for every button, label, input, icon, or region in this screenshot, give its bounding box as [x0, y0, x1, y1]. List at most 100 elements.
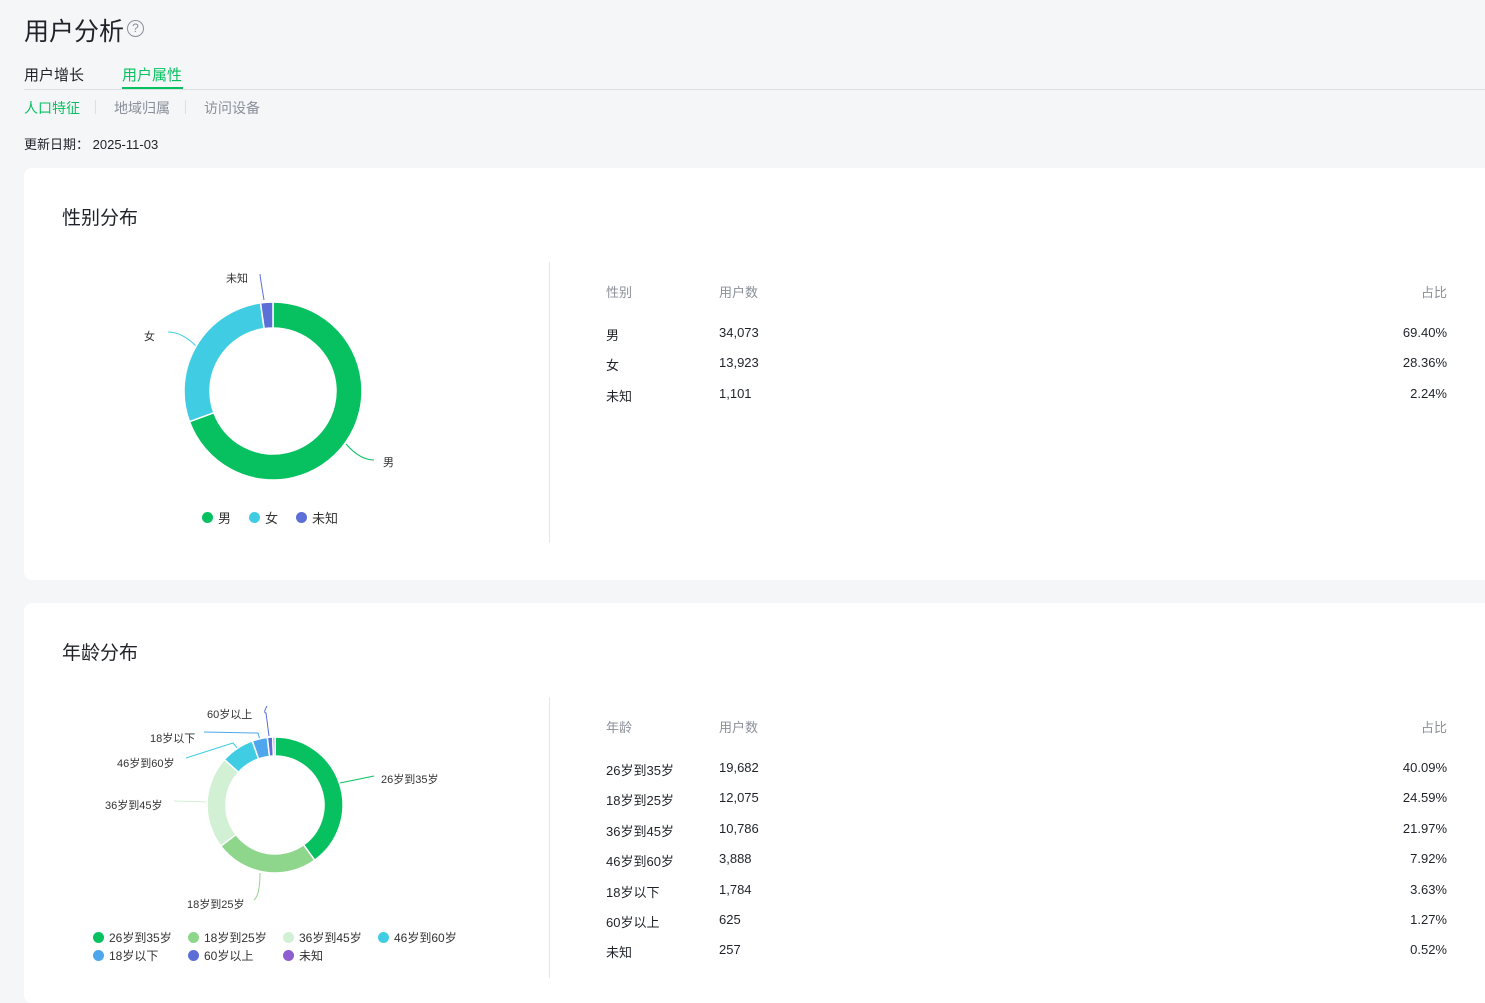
row-name: 60岁以上 [606, 915, 660, 930]
legend-label: 男 [218, 511, 232, 526]
legend-label: 26岁到35岁 [109, 931, 172, 945]
legend-item[interactable]: 26岁到35岁 [93, 929, 188, 946]
col-header: 年龄 [606, 720, 633, 735]
row-name: 女 [606, 358, 620, 374]
row-name: 未知 [606, 945, 633, 961]
leader-line [203, 731, 261, 741]
row-percent: 21.97% [1402, 820, 1447, 836]
legend-dot-icon [283, 932, 294, 943]
slice-label: 未知 [226, 273, 248, 285]
slice-label: 男 [383, 457, 394, 469]
donut-slice[interactable] [183, 302, 266, 423]
row-percent: 1.27% [1410, 912, 1447, 927]
help-icon[interactable]: ? [127, 20, 144, 37]
donut-slice[interactable] [206, 758, 240, 848]
row-percent: 69.40% [1402, 325, 1447, 340]
legend-item[interactable]: 女 [249, 508, 278, 527]
leader-line [173, 800, 209, 803]
legend-dot-icon [296, 512, 308, 523]
col-header: 占比 [1420, 720, 1447, 735]
legend-item[interactable]: 36岁到45岁 [283, 929, 378, 946]
subtab-device[interactable]: 访问设备 [204, 98, 260, 118]
row-percent: 24.59% [1402, 790, 1447, 806]
legend-dot-icon [378, 932, 389, 943]
row-percent: 0.52% [1410, 942, 1447, 958]
row-percent: 7.92% [1410, 851, 1447, 867]
age-card: 年龄分布 60岁以上 18岁以下 46岁到60岁 36岁到45岁 18岁到25岁… [24, 603, 1485, 1003]
subtab-separator [185, 100, 186, 114]
row-name: 男 [606, 328, 620, 343]
row-count: 3,888 [719, 851, 752, 867]
row-percent: 2.24% [1410, 385, 1447, 401]
col-header: 性别 [606, 285, 633, 300]
legend-dot-icon [93, 932, 104, 943]
legend-item[interactable]: 60岁以上 [188, 947, 283, 964]
divider [549, 262, 550, 543]
leader-line [167, 331, 197, 347]
row-count: 1,101 [719, 385, 752, 401]
slice-label: 36岁到45岁 [105, 800, 163, 812]
legend-label: 未知 [312, 511, 339, 526]
row-name: 46岁到60岁 [606, 854, 674, 870]
slice-label: 60岁以上 [207, 709, 253, 721]
leader-line [259, 273, 265, 301]
row-count: 12,075 [719, 790, 759, 806]
legend-item[interactable]: 18岁到25岁 [188, 929, 283, 946]
legend-item[interactable]: 46岁到60岁 [378, 929, 473, 946]
active-tab-indicator [122, 87, 183, 89]
tab-user-growth[interactable]: 用户增长 [24, 64, 84, 85]
row-count: 19,682 [719, 760, 759, 775]
divider [549, 697, 550, 978]
legend-item[interactable]: 男 [202, 508, 231, 527]
update-label: 更新日期： [24, 137, 90, 152]
row-name: 18岁以下 [606, 884, 660, 900]
donut-slice[interactable] [219, 833, 316, 874]
legend-dot-icon [93, 950, 104, 961]
slice-label: 46岁到60岁 [117, 758, 175, 770]
col-header: 占比 [1420, 285, 1447, 300]
age-legend: 26岁到35岁 18岁到25岁 36岁到45岁 46岁到60岁 18岁以下 60岁以上 未知 [93, 929, 473, 964]
row-percent: 40.09% [1402, 760, 1447, 775]
row-name: 26岁到35岁 [606, 763, 674, 778]
legend-item[interactable]: 18岁以下 [93, 947, 188, 964]
leader-line [264, 705, 270, 737]
legend-label: 18岁以下 [109, 949, 159, 963]
slice-label: 女 [144, 331, 155, 343]
row-count: 625 [719, 912, 741, 927]
subtab-demographics[interactable]: 人口特征 [24, 98, 80, 118]
legend-dot-icon [283, 950, 294, 961]
legend-label: 46岁到60岁 [394, 931, 457, 945]
col-header: 用户数 [719, 720, 759, 735]
row-count: 13,923 [719, 355, 759, 371]
leader-line [345, 443, 375, 461]
legend-dot-icon [188, 932, 199, 943]
legend-item[interactable]: 未知 [283, 947, 378, 964]
legend-label: 36岁到45岁 [299, 931, 362, 945]
subtab-region[interactable]: 地域归属 [114, 98, 170, 118]
row-name: 未知 [606, 388, 633, 404]
gender-card: 性别分布 未知 女 男 男女未知 性别 用户数 占比 男 34,073 69.4… [24, 168, 1485, 580]
update-date: 更新日期： 2025-11-03 [24, 134, 158, 153]
slice-label: 26岁到35岁 [381, 774, 439, 786]
row-name: 36岁到45岁 [606, 823, 674, 839]
donut-slice[interactable] [274, 736, 344, 862]
row-percent: 28.36% [1402, 355, 1447, 371]
tab-user-attributes[interactable]: 用户属性 [122, 64, 182, 85]
legend-dot-icon [188, 950, 199, 961]
donut-slice[interactable] [271, 736, 276, 757]
row-percent: 3.63% [1410, 881, 1447, 897]
slice-label: 18岁到25岁 [187, 899, 245, 911]
leader-line [339, 775, 375, 784]
page-title: 用户分析 [24, 18, 125, 46]
legend-label: 18岁到25岁 [204, 931, 267, 945]
legend-dot-icon [202, 512, 213, 523]
subtab-separator [95, 100, 96, 114]
col-header: 用户数 [719, 285, 759, 300]
tabs-divider [24, 89, 1485, 90]
leader-line [253, 872, 261, 901]
row-count: 1,784 [719, 881, 752, 897]
update-value: 2025-11-03 [92, 137, 159, 152]
slice-label: 18岁以下 [150, 733, 196, 745]
legend-item[interactable]: 未知 [296, 508, 338, 527]
row-name: 18岁到25岁 [606, 793, 674, 809]
